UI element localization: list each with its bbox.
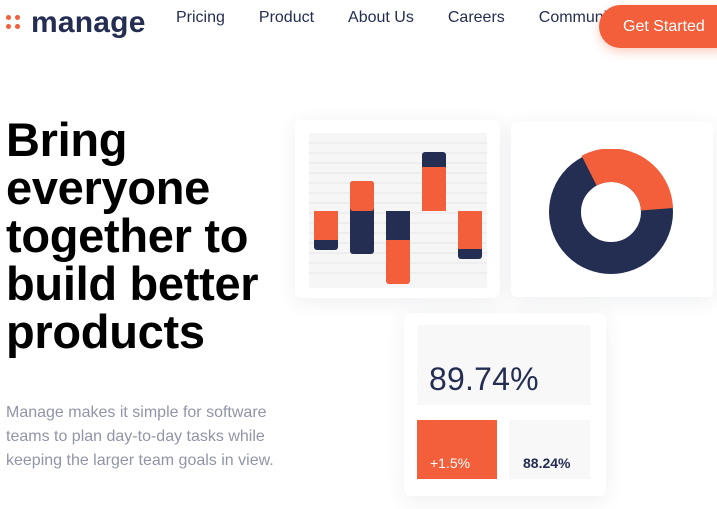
secondary-stat-panel: 88.24% — [509, 420, 590, 479]
bar-orange — [458, 211, 482, 249]
change-stat-panel: +1.5% — [417, 420, 497, 479]
bar-orange — [350, 181, 374, 211]
bar-orange — [422, 167, 446, 211]
main-stat-panel: 89.74% — [417, 325, 591, 405]
donut-chart — [549, 149, 673, 274]
change-stat-value: +1.5% — [430, 455, 471, 471]
bar-orange — [314, 211, 338, 240]
bar-navy — [386, 211, 410, 240]
secondary-stat-value: 88.24% — [523, 455, 571, 471]
donut-orange-segment — [581, 149, 673, 211]
main-stat-value: 89.74% — [429, 361, 539, 397]
